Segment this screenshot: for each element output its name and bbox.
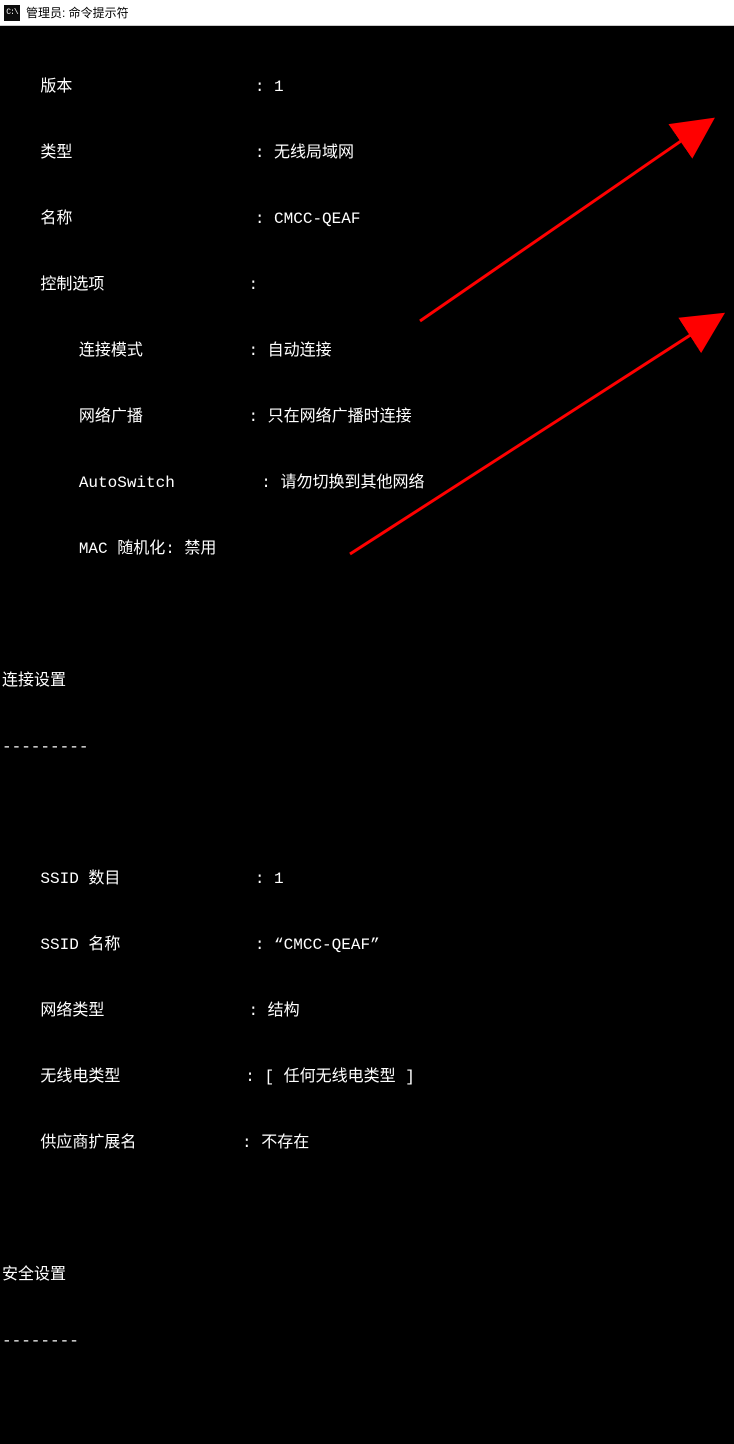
field-label: 网络类型 — [2, 1000, 248, 1022]
field-value: 不存在 — [261, 1132, 309, 1154]
field-label: 供应商扩展名 — [2, 1132, 242, 1154]
window-title-bar: C:\ 管理员: 命令提示符 — [0, 0, 734, 26]
ssid-name-value: “CMCC-QEAF” — [274, 934, 380, 956]
field-value: 1 — [274, 76, 284, 98]
field-label: 网络广播 — [2, 406, 248, 428]
console-output: 版本 : 1 类型 : 无线局域网 名称 : CMCC-QEAF 控制选项 : … — [0, 26, 734, 1444]
field-label: 类型 — [2, 142, 255, 164]
section-sep: --------- — [2, 736, 732, 758]
field-value: 1 — [274, 868, 284, 890]
field-value: [ 任何无线电类型 ] — [264, 1066, 414, 1088]
field-label: AutoSwitch — [2, 472, 261, 494]
field-label: 名称 — [2, 208, 255, 230]
section-header: 安全设置 — [2, 1264, 732, 1286]
sep: : — [248, 340, 267, 362]
sep: : — [255, 208, 274, 230]
window-title-text: 管理员: 命令提示符 — [26, 4, 129, 21]
cmd-icon: C:\ — [4, 5, 20, 21]
field-value: CMCC-QEAF — [274, 208, 360, 230]
sep: : — [255, 868, 274, 890]
sep: : — [242, 1132, 261, 1154]
field-label: 版本 — [2, 76, 255, 98]
sep: : — [248, 406, 267, 428]
sep: : — [255, 76, 274, 98]
sep: : — [255, 934, 274, 956]
sep: : — [248, 1000, 267, 1022]
section-header: 连接设置 — [2, 670, 732, 692]
section-sep: -------- — [2, 1330, 732, 1352]
sep: : — [255, 142, 274, 164]
field-label: 控制选项 — [2, 274, 248, 296]
field-label: MAC 随机化: 禁用 — [2, 538, 216, 560]
field-value: 只在网络广播时连接 — [268, 406, 412, 428]
sep: : — [248, 274, 267, 296]
field-label: SSID 名称 — [2, 934, 255, 956]
field-label: 无线电类型 — [2, 1066, 245, 1088]
sep: : — [261, 472, 280, 494]
field-label: 连接模式 — [2, 340, 248, 362]
field-label: SSID 数目 — [2, 868, 255, 890]
sep: : — [245, 1066, 264, 1088]
field-value: 自动连接 — [268, 340, 332, 362]
field-value: 结构 — [268, 1000, 300, 1022]
field-value: 请勿切换到其他网络 — [280, 472, 424, 494]
field-value: 无线局域网 — [274, 142, 354, 164]
